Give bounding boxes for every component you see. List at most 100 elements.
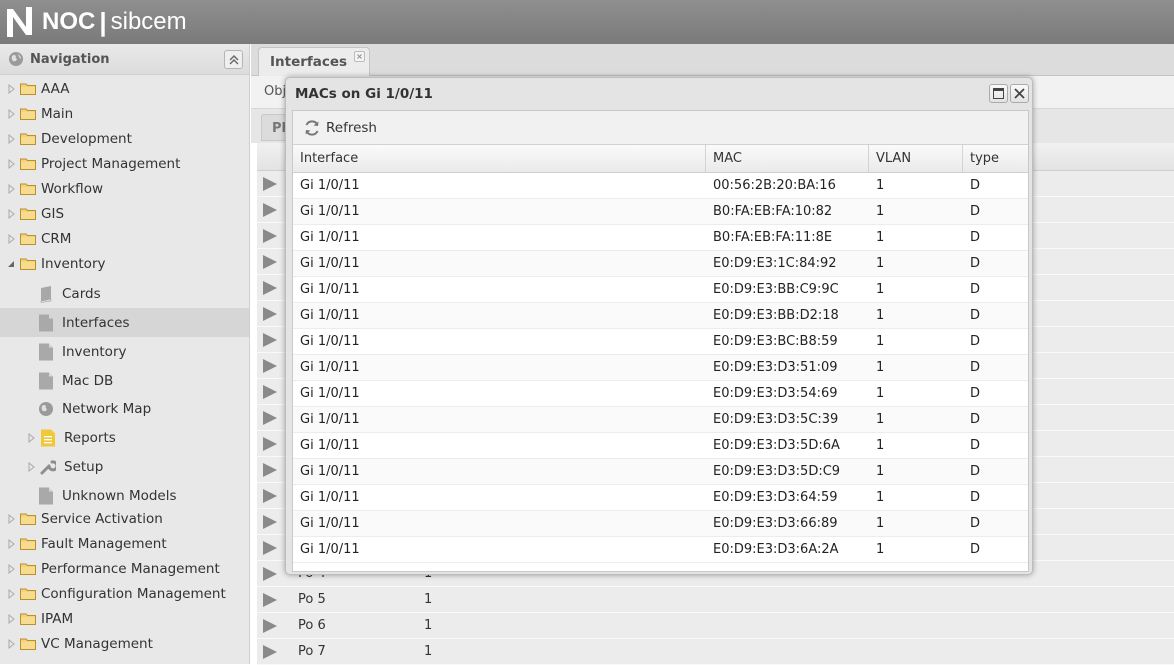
column-header-interface[interactable]: Interface (293, 145, 706, 173)
table-row[interactable]: Po 7 1 (257, 639, 1174, 665)
nav-item-gis[interactable]: GIS (0, 201, 249, 226)
table-row[interactable]: Po 6 1 (257, 613, 1174, 639)
nav-item-label: Main (41, 105, 74, 122)
expand-arrow-icon[interactable] (6, 83, 16, 94)
folder-icon (20, 183, 36, 195)
table-row[interactable]: Gi 1/0/11 00:56:2B:20:BA:16 1 D (293, 173, 1028, 199)
expand-arrow-icon[interactable] (6, 233, 16, 244)
table-row[interactable]: Gi 1/0/11 E0:D9:E3:D3:66:89 1 D (293, 511, 1028, 537)
maximize-button[interactable] (989, 84, 1008, 103)
play-icon[interactable] (262, 280, 278, 296)
nav-item-label: AAA (41, 80, 70, 97)
nav-item-fault-management[interactable]: Fault Management (0, 531, 249, 556)
cell-mac: E0:D9:E3:D3:66:89 (713, 516, 838, 531)
refresh-button[interactable]: Refresh (299, 117, 381, 139)
nav-item-service-activation[interactable]: Service Activation (0, 506, 249, 531)
play-icon[interactable] (262, 514, 278, 530)
nav-item-reports[interactable]: Reports (0, 423, 249, 452)
play-icon[interactable] (262, 566, 278, 582)
play-icon[interactable] (262, 644, 278, 660)
nav-item-inventory[interactable]: Inventory (0, 251, 249, 276)
table-row[interactable]: Gi 1/0/11 B0:FA:EB:FA:10:82 1 D (293, 199, 1028, 225)
expand-arrow-icon[interactable] (6, 158, 16, 169)
play-icon[interactable] (262, 228, 278, 244)
play-icon[interactable] (262, 176, 278, 192)
maximize-icon (993, 88, 1004, 99)
table-row[interactable]: Gi 1/0/11 E0:D9:E3:D3:5D:6A 1 D (293, 433, 1028, 459)
nav-item-configuration-management[interactable]: Configuration Management (0, 581, 249, 606)
nav-item-development[interactable]: Development (0, 126, 249, 151)
table-row[interactable]: Gi 1/0/11 E0:D9:E3:BC:B8:59 1 D (293, 329, 1028, 355)
play-icon[interactable] (262, 410, 278, 426)
nav-item-network-map[interactable]: Network Map (0, 394, 249, 423)
table-row[interactable]: Po 5 1 (257, 587, 1174, 613)
nav-item-ipam[interactable]: IPAM (0, 606, 249, 631)
cell-interface: Gi 1/0/11 (300, 464, 360, 479)
nav-item-inventory[interactable]: Inventory (0, 337, 249, 366)
expand-arrow-icon[interactable] (6, 108, 16, 119)
refresh-label: Refresh (326, 120, 377, 136)
expand-arrow-icon[interactable] (6, 563, 16, 574)
table-row[interactable]: Gi 1/0/11 E0:D9:E3:D3:54:69 1 D (293, 381, 1028, 407)
expand-arrow-icon[interactable] (6, 538, 16, 549)
tab-interfaces[interactable]: Interfaces × (258, 47, 370, 76)
cell-type: D (970, 308, 981, 323)
table-row[interactable]: Gi 1/0/11 E0:D9:E3:D3:51:09 1 D (293, 355, 1028, 381)
expand-arrow-icon[interactable] (6, 613, 16, 624)
macs-grid-header: Interface MAC VLAN type (293, 145, 1028, 173)
nav-item-performance-management[interactable]: Performance Management (0, 556, 249, 581)
tab-close-icon[interactable]: × (354, 51, 365, 62)
collapse-arrow-icon[interactable] (6, 259, 16, 269)
play-icon[interactable] (262, 618, 278, 634)
expand-arrow-icon[interactable] (6, 208, 16, 219)
play-icon[interactable] (262, 254, 278, 270)
play-icon[interactable] (262, 488, 278, 504)
collapse-navigation-button[interactable] (224, 50, 243, 69)
table-row[interactable]: Gi 1/0/11 B0:FA:EB:FA:11:8E 1 D (293, 225, 1028, 251)
play-icon[interactable] (262, 540, 278, 556)
nav-item-crm[interactable]: CRM (0, 226, 249, 251)
cell-type: D (970, 386, 981, 401)
nav-item-cards[interactable]: Cards (0, 279, 249, 308)
nav-item-label: CRM (41, 230, 72, 247)
table-row[interactable]: Gi 1/0/11 E0:D9:E3:1C:84:92 1 D (293, 251, 1028, 277)
nav-item-workflow[interactable]: Workflow (0, 176, 249, 201)
expand-arrow-icon[interactable] (26, 461, 36, 472)
cell-type: D (970, 334, 981, 349)
nav-item-vc-management[interactable]: VC Management (0, 631, 249, 656)
folder-icon (20, 83, 36, 95)
nav-item-interfaces[interactable]: Interfaces (0, 308, 249, 337)
nav-item-aaa[interactable]: AAA (0, 76, 249, 101)
play-icon[interactable] (262, 358, 278, 374)
play-icon[interactable] (262, 306, 278, 322)
table-row[interactable]: Gi 1/0/11 E0:D9:E3:D3:64:59 1 D (293, 485, 1028, 511)
table-row[interactable]: Gi 1/0/11 E0:D9:E3:D3:6A:2A 1 D (293, 537, 1028, 563)
close-window-button[interactable] (1010, 84, 1029, 103)
nav-item-project-management[interactable]: Project Management (0, 151, 249, 176)
cell-mac: E0:D9:E3:D3:54:69 (713, 386, 838, 401)
expand-arrow-icon[interactable] (26, 432, 36, 443)
play-icon[interactable] (262, 332, 278, 348)
table-row[interactable]: Gi 1/0/11 E0:D9:E3:D3:5D:C9 1 D (293, 459, 1028, 485)
column-header-vlan[interactable]: VLAN (869, 145, 963, 173)
nav-item-main[interactable]: Main (0, 101, 249, 126)
table-row[interactable]: Gi 1/0/11 E0:D9:E3:BB:D2:18 1 D (293, 303, 1028, 329)
expand-arrow-icon[interactable] (6, 183, 16, 194)
play-icon[interactable] (262, 436, 278, 452)
play-icon[interactable] (262, 384, 278, 400)
expand-arrow-icon[interactable] (6, 513, 16, 524)
expand-arrow-icon[interactable] (6, 133, 16, 144)
cell-type: D (970, 204, 981, 219)
table-row[interactable]: Gi 1/0/11 E0:D9:E3:D3:5C:39 1 D (293, 407, 1028, 433)
nav-item-setup[interactable]: Setup (0, 452, 249, 481)
folder-icon (20, 208, 36, 220)
column-header-mac[interactable]: MAC (706, 145, 869, 173)
play-icon[interactable] (262, 592, 278, 608)
play-icon[interactable] (262, 202, 278, 218)
expand-arrow-icon[interactable] (6, 638, 16, 649)
play-icon[interactable] (262, 462, 278, 478)
nav-item-mac-db[interactable]: Mac DB (0, 366, 249, 395)
table-row[interactable]: Gi 1/0/11 E0:D9:E3:BB:C9:9C 1 D (293, 277, 1028, 303)
column-header-type[interactable]: type (963, 145, 1028, 173)
expand-arrow-icon[interactable] (6, 588, 16, 599)
